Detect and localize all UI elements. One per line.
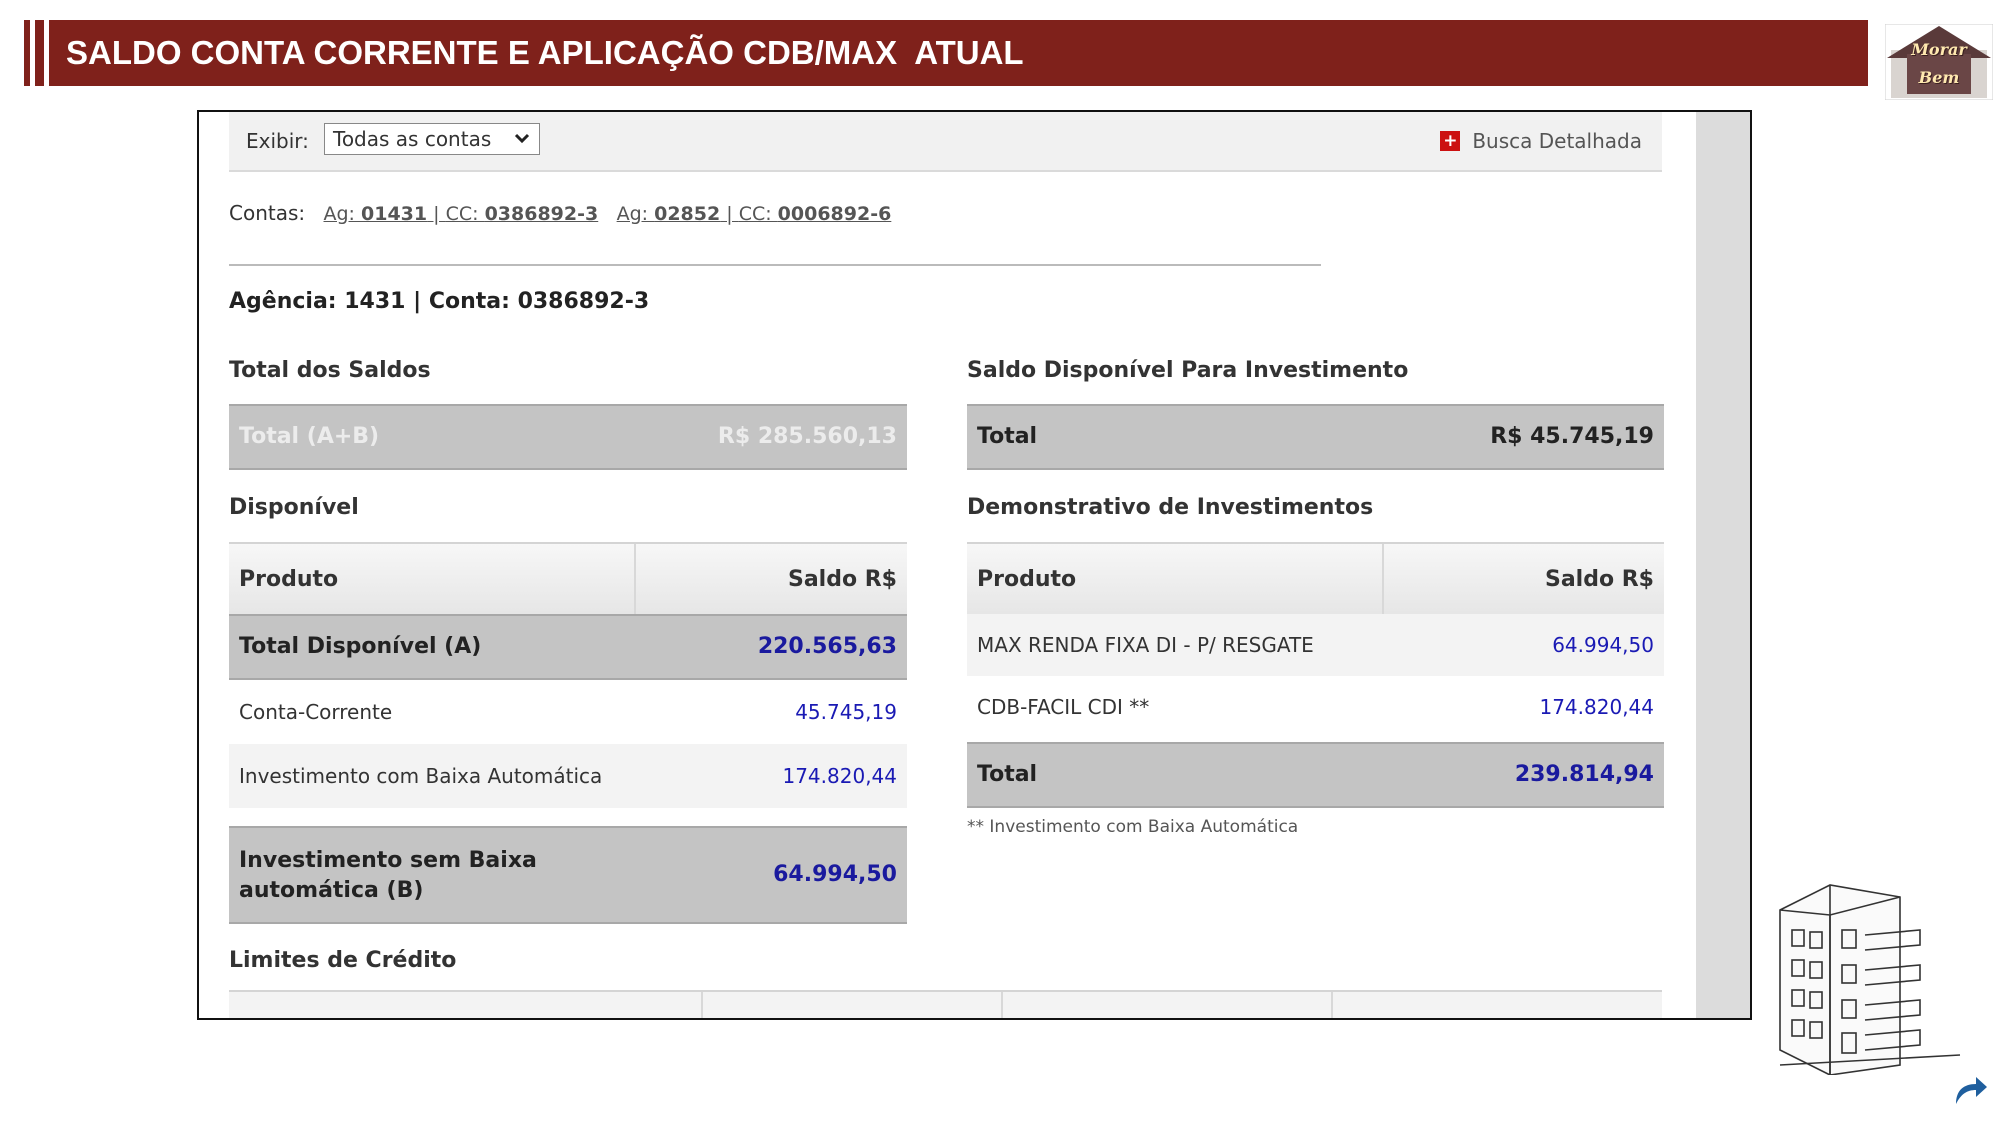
row-saldo: 45.745,19 [795, 700, 897, 724]
row-produto: CDB-FACIL CDI ** [977, 695, 1150, 719]
limites-title: Limites de Crédito [229, 948, 457, 973]
total-saldos-title: Total dos Saldos [229, 358, 431, 383]
total-disponivel-label: Total Disponível (A) [239, 634, 482, 659]
col-saldo: Saldo R$ [1544, 567, 1654, 592]
chevron-down-icon [513, 124, 531, 164]
logo-text-line2: Bem [1918, 68, 1960, 87]
header-stripe [44, 20, 49, 86]
row-saldo: 174.820,44 [1539, 695, 1654, 719]
saldo-investimento-label: Total [977, 424, 1038, 449]
total-disponivel-row: Total Disponível (A) 220.565,63 [229, 614, 907, 680]
col-saldo: Saldo R$ [787, 567, 897, 592]
table-row: Conta-Corrente 45.745,19 [229, 680, 907, 744]
contas-line: Contas: Ag: 01431 | CC: 0386892-3 Ag: 02… [229, 201, 891, 225]
sem-baixa-label: Investimento sem Baixa automática (B) [239, 848, 537, 903]
busca-detalhada-link[interactable]: + Busca Detalhada [1440, 129, 1642, 153]
logo-text-line1: Morar [1911, 40, 1967, 59]
busca-label: Busca Detalhada [1472, 129, 1642, 153]
row-saldo: 64.994,50 [1552, 633, 1654, 657]
disponivel-title: Disponível [229, 495, 359, 520]
divider [229, 264, 1321, 266]
row-saldo: 174.820,44 [782, 764, 897, 788]
table-row: Investimento com Baixa Automática 174.82… [229, 744, 907, 808]
slide-header: SALDO CONTA CORRENTE E APLICAÇÃO CDB/MAX… [24, 20, 1868, 86]
column-divider [1331, 992, 1333, 1018]
slide-title: SALDO CONTA CORRENTE E APLICAÇÃO CDB/MAX… [66, 34, 1024, 71]
account-link[interactable]: Ag: 02852 | CC: 0006892-6 [617, 203, 892, 225]
account-link[interactable]: Ag: 01431 | CC: 0386892-3 [324, 203, 599, 225]
row-produto: MAX RENDA FIXA DI - P/ RESGATE [977, 633, 1314, 657]
table-row: CDB-FACIL CDI ** 174.820,44 [967, 676, 1664, 738]
demonstrativo-total-value: 239.814,94 [1514, 762, 1654, 787]
investimento-sem-baixa-row: Investimento sem Baixa automática (B) 64.… [229, 826, 907, 924]
agencia-conta-heading: Agência: 1431 | Conta: 0386892-3 [229, 289, 650, 314]
demonstrativo-table-header: Produto Saldo R$ [967, 542, 1664, 614]
total-saldos-bar: Total (A+B) R$ 285.560,13 [229, 404, 907, 470]
filter-toolbar: Exibir: Todas as contas + Busca Detalhada [229, 112, 1662, 172]
column-divider [1001, 992, 1003, 1018]
table-row: MAX RENDA FIXA DI - P/ RESGATE 64.994,50 [967, 614, 1664, 676]
saldo-investimento-title: Saldo Disponível Para Investimento [967, 358, 1409, 383]
morar-bem-logo: Morar Bem [1884, 23, 1994, 101]
building-illustration [1770, 875, 1970, 1076]
sem-baixa-value: 64.994,50 [773, 862, 897, 887]
col-produto: Produto [239, 567, 339, 592]
column-divider [701, 992, 703, 1018]
column-divider [634, 544, 636, 614]
exibir-select[interactable]: Todas as contas [324, 123, 540, 155]
row-produto: Investimento com Baixa Automática [239, 764, 603, 788]
footnote: ** Investimento com Baixa Automática [967, 817, 1299, 837]
column-divider [1382, 544, 1384, 614]
limites-table-header [229, 990, 1662, 1018]
saldo-investimento-bar: Total R$ 45.745,19 [967, 404, 1664, 470]
plus-icon: + [1440, 131, 1461, 151]
contas-label: Contas: [229, 201, 306, 225]
total-saldos-label: Total (A+B) [239, 424, 380, 449]
saldo-investimento-value: R$ 45.745,19 [1490, 424, 1654, 449]
exibir-label: Exibir: [246, 129, 309, 153]
col-produto: Produto [977, 567, 1077, 592]
demonstrativo-title: Demonstrativo de Investimentos [967, 495, 1374, 520]
row-produto: Conta-Corrente [239, 700, 393, 724]
total-disponivel-value: 220.565,63 [757, 634, 897, 659]
bank-screenshot-frame: Exibir: Todas as contas + Busca Detalhada… [197, 110, 1752, 1020]
return-arrow-icon[interactable] [1950, 1070, 1990, 1110]
disponivel-table-header: Produto Saldo R$ [229, 542, 907, 614]
demonstrativo-total-label: Total [977, 762, 1038, 787]
exibir-selected-value: Todas as contas [333, 127, 492, 151]
total-saldos-value: R$ 285.560,13 [717, 424, 897, 449]
scrollbar[interactable] [1696, 112, 1750, 1018]
demonstrativo-total-row: Total 239.814,94 [967, 742, 1664, 808]
header-stripe [30, 20, 35, 86]
